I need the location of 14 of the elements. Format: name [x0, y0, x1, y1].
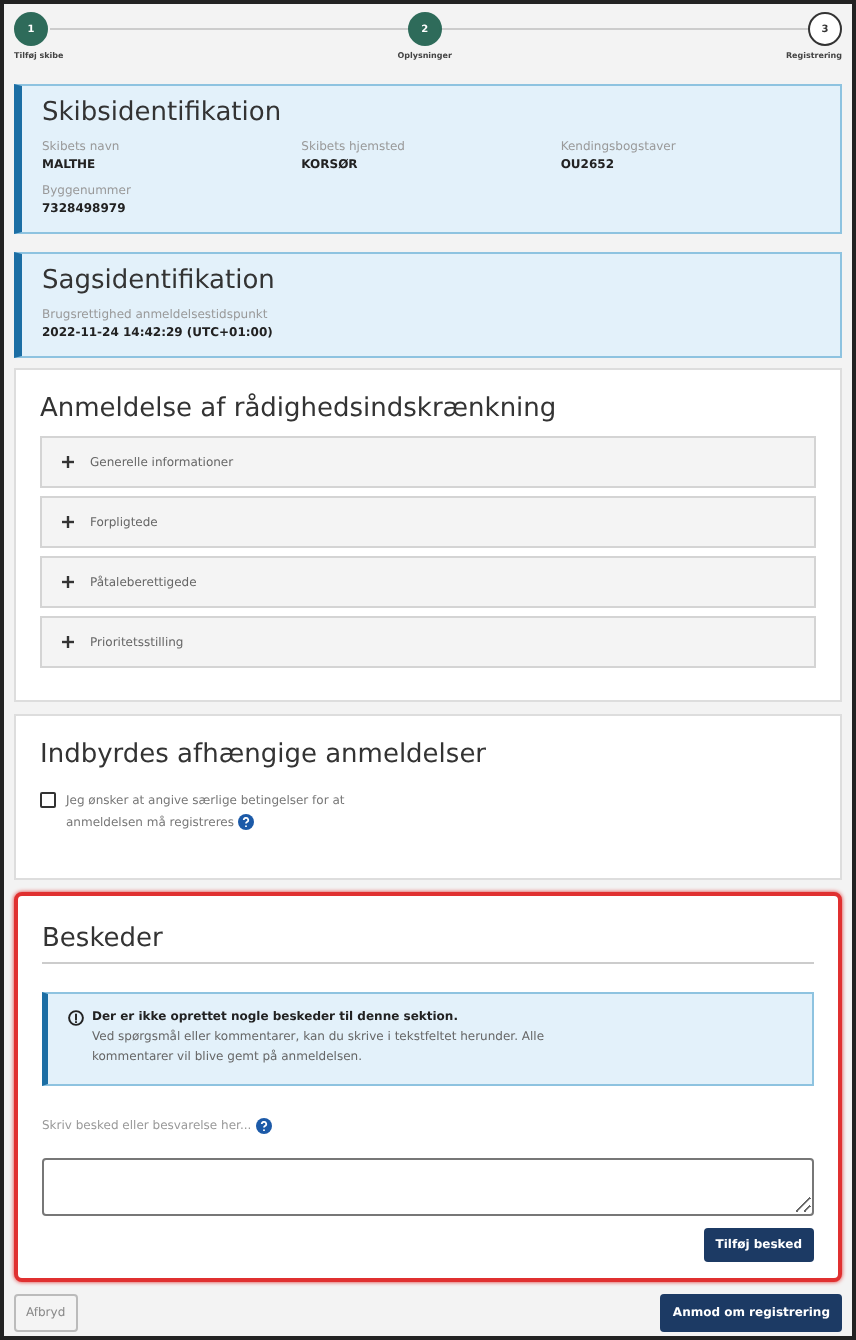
- info-icon: [68, 1010, 84, 1026]
- message-field[interactable]: [42, 1158, 814, 1216]
- panel-title: Anmeldelse af rådighedsindskrænkning: [40, 394, 559, 424]
- panel-title: Beskeder: [42, 924, 165, 954]
- plus-icon: [62, 636, 74, 648]
- plus-icon: [62, 456, 74, 468]
- help-icon[interactable]: [255, 1118, 272, 1134]
- help-icon[interactable]: [237, 814, 254, 831]
- card-title: Skibsidentifikation: [42, 98, 284, 128]
- plus-icon: [62, 576, 74, 588]
- panel-title: Indbyrdes afhængige anmeldelser: [40, 740, 489, 770]
- card-title: Sagsidentifikation: [42, 266, 277, 296]
- plus-icon: [62, 516, 74, 528]
- checkbox[interactable]: [40, 792, 56, 808]
